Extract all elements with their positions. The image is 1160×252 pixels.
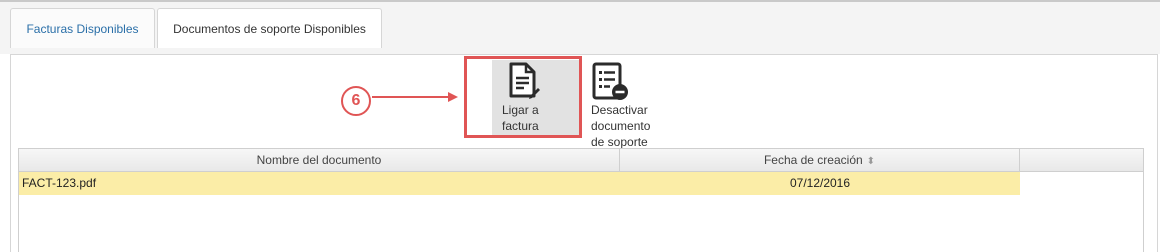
column-header-name[interactable]: Nombre del documento [19,149,620,171]
column-header-empty [1020,149,1143,171]
link-invoice-button[interactable]: Ligar a factura [492,60,580,136]
column-header-date-label: Fecha de creación [763,153,863,167]
grid-header: Nombre del documento Fecha de creación ⬍ [19,149,1143,172]
document-edit-icon [509,62,540,99]
arrow-right-icon [372,92,458,102]
deactivate-document-label: Desactivar documento de soporte [591,103,651,149]
sort-icon[interactable]: ⬍ [867,156,875,167]
step-badge: 6 [341,86,371,116]
cell-creation-date: 07/12/2016 [789,176,851,190]
deactivate-document-button[interactable]: Desactivar documento de soporte [588,60,678,150]
tab-facturas-disponibles[interactable]: Facturas Disponibles [10,8,155,48]
column-header-date[interactable]: Fecha de creación ⬍ [620,149,1020,171]
list-remove-icon [592,62,628,100]
tab-documentos-soporte[interactable]: Documentos de soporte Disponibles [157,8,382,48]
cell-document-name: FACT-123.pdf [22,176,97,190]
table-row[interactable]: FACT-123.pdf 07/12/2016 [19,172,1020,195]
documents-grid: Nombre del documento Fecha de creación ⬍ … [18,148,1144,252]
tab-bar: Facturas Disponibles Documentos de sopor… [0,2,1160,54]
link-invoice-label: Ligar a factura [502,103,539,133]
